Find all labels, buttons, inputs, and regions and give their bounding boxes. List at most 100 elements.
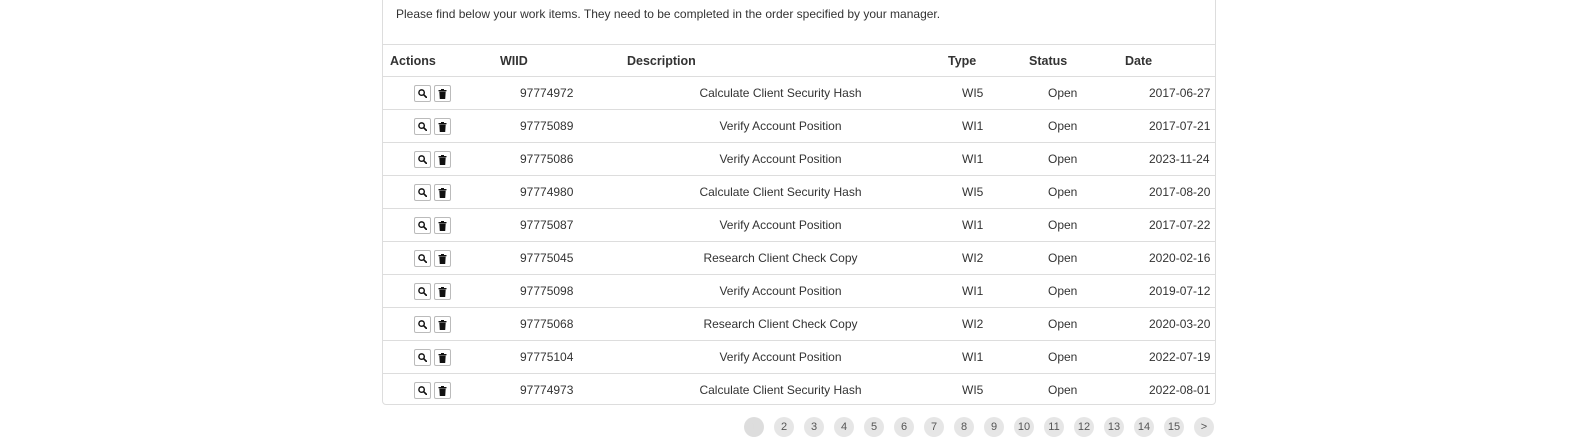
cell-description: Verify Account Position bbox=[620, 208, 941, 242]
table-row: 97774980 Calculate Client Security Hash WI… bbox=[383, 175, 1215, 209]
view-button[interactable] bbox=[414, 315, 431, 333]
view-button[interactable] bbox=[414, 249, 431, 267]
view-button[interactable] bbox=[414, 183, 431, 201]
row-actions bbox=[383, 241, 493, 275]
header-actions: Actions bbox=[383, 45, 493, 77]
cell-wiid: 97775086 bbox=[493, 142, 620, 176]
view-button[interactable] bbox=[414, 348, 431, 366]
cell-date: 2020-02-16 bbox=[1118, 241, 1215, 275]
header-status: Status bbox=[1022, 45, 1118, 77]
view-button[interactable] bbox=[414, 216, 431, 234]
row-actions bbox=[383, 274, 493, 308]
table-row: 97775087 Verify Account Position WI1 Open 20… bbox=[383, 208, 1215, 242]
cell-status: Open bbox=[1022, 175, 1118, 209]
cell-description: Verify Account Position bbox=[620, 142, 941, 176]
row-actions bbox=[383, 374, 493, 405]
page-button-6[interactable]: 6 bbox=[894, 417, 914, 437]
cell-date: 2020-03-20 bbox=[1118, 307, 1215, 341]
delete-button[interactable] bbox=[434, 381, 451, 399]
cell-wiid: 97775104 bbox=[493, 340, 620, 374]
cell-type: WI1 bbox=[941, 142, 1022, 176]
cell-status: Open bbox=[1022, 307, 1118, 341]
view-button[interactable] bbox=[414, 381, 431, 399]
row-actions bbox=[383, 142, 493, 176]
next-page-button[interactable]: > bbox=[1194, 417, 1214, 437]
page-button-4[interactable]: 4 bbox=[834, 417, 854, 437]
cell-description: Verify Account Position bbox=[620, 109, 941, 143]
page-button-15[interactable]: 15 bbox=[1164, 417, 1184, 437]
cell-date: 2017-08-20 bbox=[1118, 175, 1215, 209]
row-actions bbox=[383, 307, 493, 341]
row-actions bbox=[383, 208, 493, 242]
cell-date: 2017-07-21 bbox=[1118, 109, 1215, 143]
cell-description: Verify Account Position bbox=[620, 340, 941, 374]
cell-status: Open bbox=[1022, 76, 1118, 110]
table-row: 97775068 Research Client Check Copy WI2 Ope… bbox=[383, 307, 1215, 341]
delete-button[interactable] bbox=[434, 249, 451, 267]
header-wiid: WIID bbox=[493, 45, 620, 77]
cell-date: 2017-07-22 bbox=[1118, 208, 1215, 242]
delete-button[interactable] bbox=[434, 150, 451, 168]
cell-type: WI5 bbox=[941, 175, 1022, 209]
cell-wiid: 97774980 bbox=[493, 175, 620, 209]
cell-status: Open bbox=[1022, 340, 1118, 374]
work-items-table: Actions WIID Description Type Status Dat… bbox=[383, 45, 1215, 405]
page-button-14[interactable]: 14 bbox=[1134, 417, 1154, 437]
pagination: 1 2 3 4 5 6 7 8 9 10 11 12 13 14 15 > bbox=[744, 417, 1224, 437]
delete-button[interactable] bbox=[434, 216, 451, 234]
delete-button[interactable] bbox=[434, 348, 451, 366]
page-button-7[interactable]: 7 bbox=[924, 417, 944, 437]
page-button-13[interactable]: 13 bbox=[1104, 417, 1124, 437]
delete-button[interactable] bbox=[434, 282, 451, 300]
view-button[interactable] bbox=[414, 282, 431, 300]
cell-wiid: 97775087 bbox=[493, 208, 620, 242]
table-row: 97775104 Verify Account Position WI1 Open 20… bbox=[383, 340, 1215, 374]
page-button-12[interactable]: 12 bbox=[1074, 417, 1094, 437]
delete-button[interactable] bbox=[434, 183, 451, 201]
cell-description: Calculate Client Security Hash bbox=[699, 383, 862, 397]
page-button-2[interactable]: 2 bbox=[774, 417, 794, 437]
work-items-panel: Please find below your work items. They … bbox=[382, 0, 1216, 405]
cell-type: WI2 bbox=[941, 307, 1022, 341]
cell-status: Open bbox=[1022, 142, 1118, 176]
cell-date: 2022-07-19 bbox=[1118, 340, 1215, 374]
cell-status: Open bbox=[1022, 274, 1118, 308]
row-actions bbox=[383, 340, 493, 374]
cell-status: Open bbox=[1022, 241, 1118, 275]
delete-button[interactable] bbox=[434, 117, 451, 135]
page-button-8[interactable]: 8 bbox=[954, 417, 974, 437]
table-row: 97775089 Verify Account Position WI1 Open 20… bbox=[383, 109, 1215, 143]
view-button[interactable] bbox=[414, 84, 431, 102]
cell-description: Research Client Check Copy bbox=[620, 241, 941, 275]
delete-button[interactable] bbox=[434, 84, 451, 102]
view-button[interactable] bbox=[414, 150, 431, 168]
cell-status: Open bbox=[1022, 208, 1118, 242]
cell-description: Verify Account Position bbox=[620, 274, 941, 308]
row-actions bbox=[383, 76, 493, 110]
cell-date: 2023-11-24 bbox=[1118, 142, 1215, 176]
cell-wiid: 97774973 bbox=[520, 383, 574, 397]
cell-type: WI1 bbox=[941, 274, 1022, 308]
table-row: 97774972 Calculate Client Security Hash WI… bbox=[383, 76, 1215, 110]
cell-wiid: 97775068 bbox=[493, 307, 620, 341]
page-button-11[interactable]: 11 bbox=[1044, 417, 1064, 437]
page-button-9[interactable]: 9 bbox=[984, 417, 1004, 437]
page-button-1[interactable]: 1 bbox=[744, 417, 764, 437]
page-button-5[interactable]: 5 bbox=[864, 417, 884, 437]
cell-status: Open bbox=[1048, 383, 1078, 397]
cell-type: WI1 bbox=[941, 208, 1022, 242]
cell-status: Open bbox=[1022, 109, 1118, 143]
cell-type: WI1 bbox=[941, 340, 1022, 374]
cell-type: WI5 bbox=[941, 76, 1022, 110]
page-button-10[interactable]: 10 bbox=[1014, 417, 1034, 437]
page-button-3[interactable]: 3 bbox=[804, 417, 824, 437]
row-actions bbox=[383, 109, 493, 143]
delete-button[interactable] bbox=[434, 315, 451, 333]
cell-date: 2022-08-01 bbox=[1149, 383, 1211, 397]
cell-description: Calculate Client Security Hash bbox=[620, 76, 941, 110]
cell-type: WI5 bbox=[962, 383, 984, 397]
view-button[interactable] bbox=[414, 117, 431, 135]
table-row: 97775086 Verify Account Position WI1 Open 20… bbox=[383, 142, 1215, 176]
intro-text: Please find below your work items. They … bbox=[383, 0, 1215, 45]
cell-wiid: 97775045 bbox=[493, 241, 620, 275]
